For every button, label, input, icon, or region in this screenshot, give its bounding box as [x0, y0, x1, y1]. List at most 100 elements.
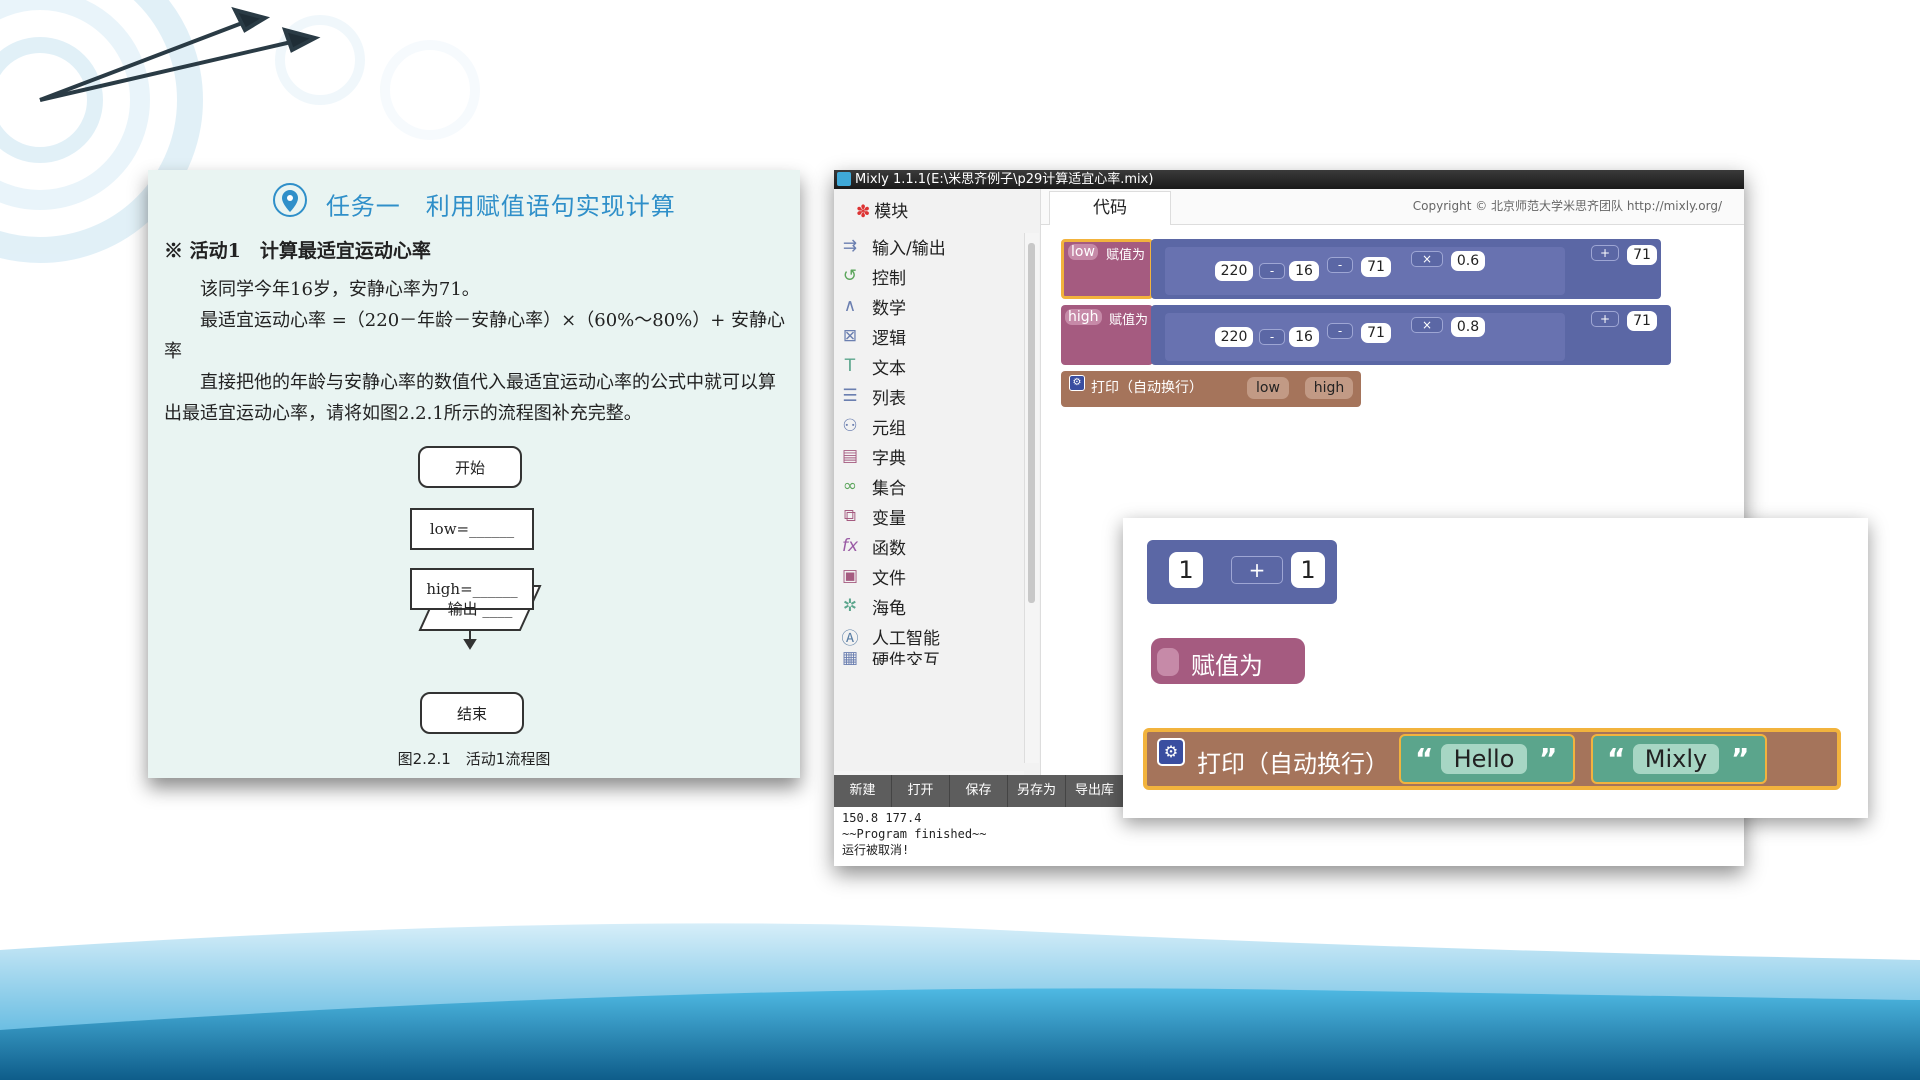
scrollbar-thumb[interactable] — [1028, 243, 1035, 603]
number-220[interactable]: 220 — [1215, 327, 1253, 347]
category-label: 文本 — [872, 358, 906, 379]
modules-header: ✽ 模块 — [856, 197, 908, 222]
io-icon: ⇉ — [842, 236, 858, 256]
category-label: 列表 — [872, 388, 906, 409]
operator-plus[interactable]: + — [1591, 245, 1619, 261]
block-category-panel: ✽ 模块 ⇉ 输入/输出 ↺ 控制 ∧ 数学 ⊠ 逻辑 T 文本 ☰ 列表 ⚇ 元组 ▤ 字典 ∞… — [834, 189, 1041, 785]
control-icon: ↺ — [842, 266, 858, 286]
close-quote-icon: ” — [1539, 742, 1558, 775]
assign-label: 赋值为 — [1191, 652, 1263, 680]
flow-low: low=______ — [410, 508, 534, 550]
category-set[interactable]: ∞ 集合 — [838, 471, 1028, 501]
open-button[interactable]: 打开 — [892, 775, 950, 807]
number-71[interactable]: 71 — [1361, 323, 1391, 343]
puzzle-icon: ✽ — [856, 202, 871, 222]
print-label: 打印（自动换行） — [1197, 750, 1389, 778]
textbook-page: 任务一 利用赋值语句实现计算 ※ 活动1 计算最适宜运动心率 该同学今年16岁，… — [148, 170, 800, 778]
text-icon: T — [844, 356, 856, 376]
math-expr-high[interactable]: 220 - 16 - 71 × 0.8 + 71 — [1151, 305, 1671, 365]
assign-low-block[interactable]: low 赋值为 — [1061, 239, 1153, 299]
category-label: 变量 — [872, 508, 906, 529]
number-71[interactable]: 71 — [1627, 245, 1657, 265]
category-label: 元组 — [872, 418, 906, 439]
flow-start: 开始 — [418, 446, 522, 488]
gear-icon[interactable]: ⚙ — [1157, 738, 1185, 766]
flow-end: 结束 — [420, 692, 524, 734]
category-label: 输入/输出 — [872, 238, 946, 259]
tab-bar: 代码 Copyright © 北京师范大学米思齐团队 http://mixly.… — [1041, 189, 1744, 225]
math-inner-high[interactable]: 220 - 16 - 71 × 0.8 — [1165, 313, 1565, 361]
category-list[interactable]: ☰ 列表 — [838, 381, 1028, 411]
list-icon: ☰ — [842, 386, 858, 406]
print-block-zoom[interactable]: ⚙ 打印（自动换行） “ Hello ” “ Mixly ” — [1143, 728, 1841, 790]
category-control[interactable]: ↺ 控制 — [838, 261, 1028, 291]
gear-icon[interactable]: ⚙ — [1069, 375, 1085, 391]
category-math[interactable]: ∧ 数学 — [838, 291, 1028, 321]
save-button[interactable]: 保存 — [950, 775, 1008, 807]
category-hardware[interactable]: ▦ 硬件交互 — [838, 651, 1028, 665]
string-mixly[interactable]: Mixly — [1633, 744, 1719, 774]
operator-multiply[interactable]: × — [1411, 251, 1443, 267]
operator-multiply[interactable]: × — [1411, 317, 1443, 333]
number-0-8[interactable]: 0.8 — [1451, 317, 1485, 337]
assign-label: 赋值为 — [1109, 313, 1149, 328]
export-library-button[interactable]: 导出库 — [1066, 775, 1124, 807]
number-1[interactable]: 1 — [1169, 552, 1203, 588]
add-block[interactable]: 1 + 1 — [1147, 540, 1337, 604]
category-label: 文件 — [872, 568, 906, 589]
category-label: 数学 — [872, 298, 906, 319]
operator-minus[interactable]: - — [1259, 263, 1285, 279]
category-vertical-scrollbar[interactable] — [1024, 233, 1039, 763]
close-quote-icon: ” — [1731, 742, 1750, 775]
category-label: 集合 — [872, 478, 906, 499]
string-mixly-block[interactable]: “ Mixly ” — [1591, 734, 1767, 784]
number-1[interactable]: 1 — [1291, 552, 1325, 588]
number-71[interactable]: 71 — [1361, 257, 1391, 277]
operator-minus[interactable]: - — [1259, 329, 1285, 345]
math-expr-low[interactable]: 220 - 16 - 71 × 0.6 + 71 — [1151, 239, 1661, 299]
category-io[interactable]: ⇉ 输入/输出 — [838, 231, 1028, 261]
mixly-logo-icon — [837, 172, 851, 186]
logic-icon: ⊠ — [842, 326, 858, 346]
number-71[interactable]: 71 — [1627, 311, 1657, 331]
save-as-button[interactable]: 另存为 — [1008, 775, 1066, 807]
copyright-text: Copyright © 北京师范大学米思齐团队 http://mixly.org… — [1412, 199, 1722, 213]
tab-code[interactable]: 代码 — [1049, 191, 1171, 225]
category-label: 硬件交互 — [872, 651, 940, 665]
number-16[interactable]: 16 — [1289, 261, 1319, 281]
number-220[interactable]: 220 — [1215, 261, 1253, 281]
category-tuple[interactable]: ⚇ 元组 — [838, 411, 1028, 441]
category-function[interactable]: fx 函数 — [838, 531, 1028, 561]
category-ai[interactable]: Ⓐ 人工智能 — [838, 621, 1028, 651]
string-hello[interactable]: Hello — [1441, 744, 1527, 774]
variable-high-pill[interactable]: high — [1065, 309, 1102, 325]
number-16[interactable]: 16 — [1289, 327, 1319, 347]
string-hello-block[interactable]: “ Hello ” — [1399, 734, 1575, 784]
number-0-6[interactable]: 0.6 — [1451, 251, 1485, 271]
operator-minus[interactable]: - — [1327, 323, 1353, 339]
variable-slot[interactable] — [1157, 648, 1179, 676]
ai-icon: Ⓐ — [841, 628, 859, 649]
category-text[interactable]: T 文本 — [838, 351, 1028, 381]
figure-caption: 图2.2.1 活动1流程图 — [397, 750, 551, 768]
set-icon: ∞ — [842, 476, 858, 496]
arg-high-pill[interactable]: high — [1305, 377, 1353, 399]
open-quote-icon: “ — [1607, 742, 1626, 775]
operator-plus[interactable]: + — [1591, 311, 1619, 327]
category-label: 海龟 — [872, 598, 906, 619]
category-logic[interactable]: ⊠ 逻辑 — [838, 321, 1028, 351]
new-button[interactable]: 新建 — [834, 775, 892, 807]
variable-low-pill[interactable]: low — [1068, 244, 1098, 260]
assign-block[interactable]: 赋值为 — [1151, 638, 1305, 684]
window-titlebar: Mixly 1.1.1(E:\米思齐例子\p29计算适宜心率.mix) — [834, 170, 1744, 189]
category-variable[interactable]: ⧉ 变量 — [838, 501, 1028, 531]
category-turtle[interactable]: ✲ 海龟 — [838, 591, 1028, 621]
operator-plus[interactable]: + — [1231, 556, 1283, 584]
category-dict[interactable]: ▤ 字典 — [838, 441, 1028, 471]
category-file[interactable]: ▣ 文件 — [838, 561, 1028, 591]
arg-low-pill[interactable]: low — [1247, 377, 1289, 399]
operator-minus[interactable]: - — [1327, 257, 1353, 273]
assign-high-block[interactable]: high 赋值为 — [1061, 305, 1153, 365]
print-block[interactable]: ⚙ 打印（自动换行） low high — [1061, 371, 1361, 407]
math-inner-low[interactable]: 220 - 16 - 71 × 0.6 — [1165, 247, 1565, 295]
